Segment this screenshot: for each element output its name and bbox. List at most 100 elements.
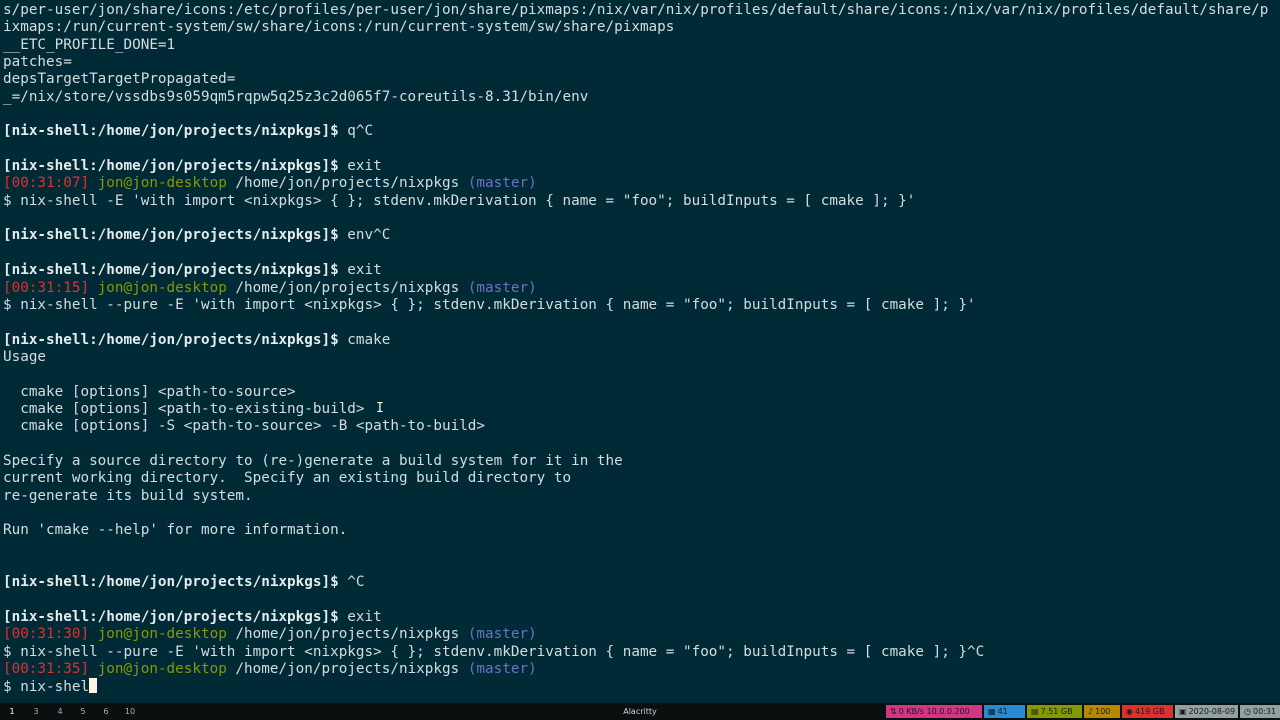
shell-prompt: [nix-shell:/home/jon/projects/nixpkgs]$ [3,609,339,626]
terminal-line: [nix-shell:/home/jon/projects/nixpkgs]$ … [3,262,1280,279]
status-label: 00:31 [1252,707,1277,716]
terminal-text: cmake [338,331,391,348]
prompt-user-host: jon@jon-desktop [97,626,227,643]
terminal-text: $ nix-shell --pure -E 'with import <nixp… [3,296,976,313]
shell-prompt: [nix-shell:/home/jon/projects/nixpkgs]$ [3,331,339,348]
terminal-text: /home/jon/projects/nixpkgs [226,661,468,678]
terminal-line: [00:31:30] jon@jon-desktop /home/jon/pro… [3,626,1280,643]
workspace-5[interactable]: 5 [77,707,89,716]
prompt-git-branch: (master) [467,175,537,192]
prompt-user-host: jon@jon-desktop [97,279,227,296]
terminal-line: [00:31:15] jon@jon-desktop /home/jon/pro… [3,280,1280,297]
shell-prompt: [nix-shell:/home/jon/projects/nixpkgs]$ [3,158,339,175]
status-label: 0 KB/s 10.0.0.200 [898,707,970,716]
terminal-text: /home/jon/projects/nixpkgs [226,279,468,296]
terminal-text: q^C [338,123,374,140]
terminal-text: exit [338,609,382,626]
volume-icon: ♪ [1088,707,1094,716]
terminal-line: re-generate its build system. [3,488,1280,505]
terminal-line: ixmaps:/run/current-system/sw/share/icon… [3,19,1280,36]
terminal-text: __ETC_PROFILE_DONE=1 [3,36,176,53]
terminal-line: s/per-user/jon/share/icons:/etc/profiles… [3,2,1280,19]
workspace-6[interactable]: 6 [100,707,112,716]
terminal-line: cmake [options] <path-to-source> [3,384,1280,401]
shell-prompt: [nix-shell:/home/jon/projects/nixpkgs]$ [3,123,339,140]
network-status: ⇅ 0 KB/s 10.0.0.200 [886,705,982,718]
status-bar: 1 3 4 5 6 10 Alacritty ⇅ 0 KB/s 10.0.0.200 ▦ 41 ▤… [0,703,1280,720]
terminal-text: depsTargetTargetPropagated= [3,71,236,88]
terminal-line: $ nix-shell --pure -E 'with import <nixp… [3,297,1280,314]
terminal-text: Usage [3,348,47,365]
clock-icon: ◷ [1244,707,1251,716]
terminal-line: [nix-shell:/home/jon/projects/nixpkgs]$ … [3,123,1280,140]
text-cursor [89,678,98,694]
terminal-text: patches= [3,54,72,71]
terminal-line: [nix-shell:/home/jon/projects/nixpkgs]$ … [3,158,1280,175]
terminal-text: cmake [options] <path-to-source> [3,383,296,400]
shell-prompt: [nix-shell:/home/jon/projects/nixpkgs]$ [3,262,339,279]
terminal-text: /home/jon/projects/nixpkgs [226,626,468,643]
workspace-3[interactable]: 3 [30,707,42,716]
prompt-git-branch: (master) [467,661,537,678]
terminal-text: env^C [338,227,391,244]
workspace-4[interactable]: 4 [54,707,66,716]
status-label: 419 GB [1134,707,1165,716]
terminal-text: s/per-user/jon/share/icons:/etc/profiles… [3,2,1269,18]
terminal-text: /home/jon/projects/nixpkgs [226,175,468,192]
terminal-text: cmake [options] <path-to-existing-build> [3,400,365,417]
workspace-10[interactable]: 10 [124,707,136,716]
terminal-line: current working directory. Specify an ex… [3,470,1280,487]
terminal-text: Specify a source directory to (re-)gener… [3,452,623,469]
prompt-timestamp: [00:31:15] [3,279,90,296]
disk-icon: ◉ [1126,707,1133,716]
terminal-text: $ nix-shell -E 'with import <nixpkgs> { … [3,192,916,209]
terminal-text: _=/nix/store/vssdbs9s059qm5rqpw5q25z3c2d… [3,88,589,105]
terminal-line: patches= [3,54,1280,71]
terminal-line: [nix-shell:/home/jon/projects/nixpkgs]$ … [3,227,1280,244]
terminal-line: _=/nix/store/vssdbs9s059qm5rqpw5q25z3c2d… [3,89,1280,106]
workspace-1[interactable]: 1 [6,707,18,716]
terminal-line: cmake [options] -S <path-to-source> -B <… [3,418,1280,435]
status-label: 7.51 GB [1040,707,1073,716]
terminal-line: Run 'cmake --help' for more information. [3,522,1280,539]
status-label: 41 [997,707,1008,716]
terminal-line: [nix-shell:/home/jon/projects/nixpkgs]$ … [3,609,1280,626]
terminal-line: __ETC_PROFILE_DONE=1 [3,37,1280,54]
cpu-status: ▦ 41 [984,705,1025,718]
terminal-line: [00:31:07] jon@jon-desktop /home/jon/pro… [3,175,1280,192]
terminal-line: [nix-shell:/home/jon/projects/nixpkgs]$ … [3,332,1280,349]
cpu-icon: ▦ [988,707,996,716]
terminal-line: [00:31:35] jon@jon-desktop /home/jon/pro… [3,661,1280,678]
shell-prompt: [nix-shell:/home/jon/projects/nixpkgs]$ [3,227,339,244]
prompt-user-host: jon@jon-desktop [97,175,227,192]
terminal-text: exit [338,262,382,279]
terminal-line: Usage [3,349,1280,366]
clock-status: ◷ 00:31 [1240,705,1280,718]
status-label: 100 [1095,707,1111,716]
terminal-text: cmake [options] -S <path-to-source> -B <… [3,418,486,435]
terminal-line: Specify a source directory to (re-)gener… [3,453,1280,470]
mouse-ibeam-icon: I [376,401,384,416]
prompt-user-host: jon@jon-desktop [97,661,227,678]
memory-status: ▤ 7.51 GB [1027,705,1082,718]
network-icon: ⇅ [890,707,897,716]
terminal-output[interactable]: s/per-user/jon/share/icons:/etc/profiles… [3,2,1280,702]
terminal-text: re-generate its build system. [3,487,253,504]
prompt-timestamp: [00:31:07] [3,175,90,192]
terminal-text: $ nix-shell --pure -E 'with import <nixp… [3,643,985,660]
terminal-text: $ nix-shel [3,679,90,696]
terminal-text: current working directory. Specify an ex… [3,470,572,487]
prompt-timestamp: [00:31:30] [3,626,90,643]
